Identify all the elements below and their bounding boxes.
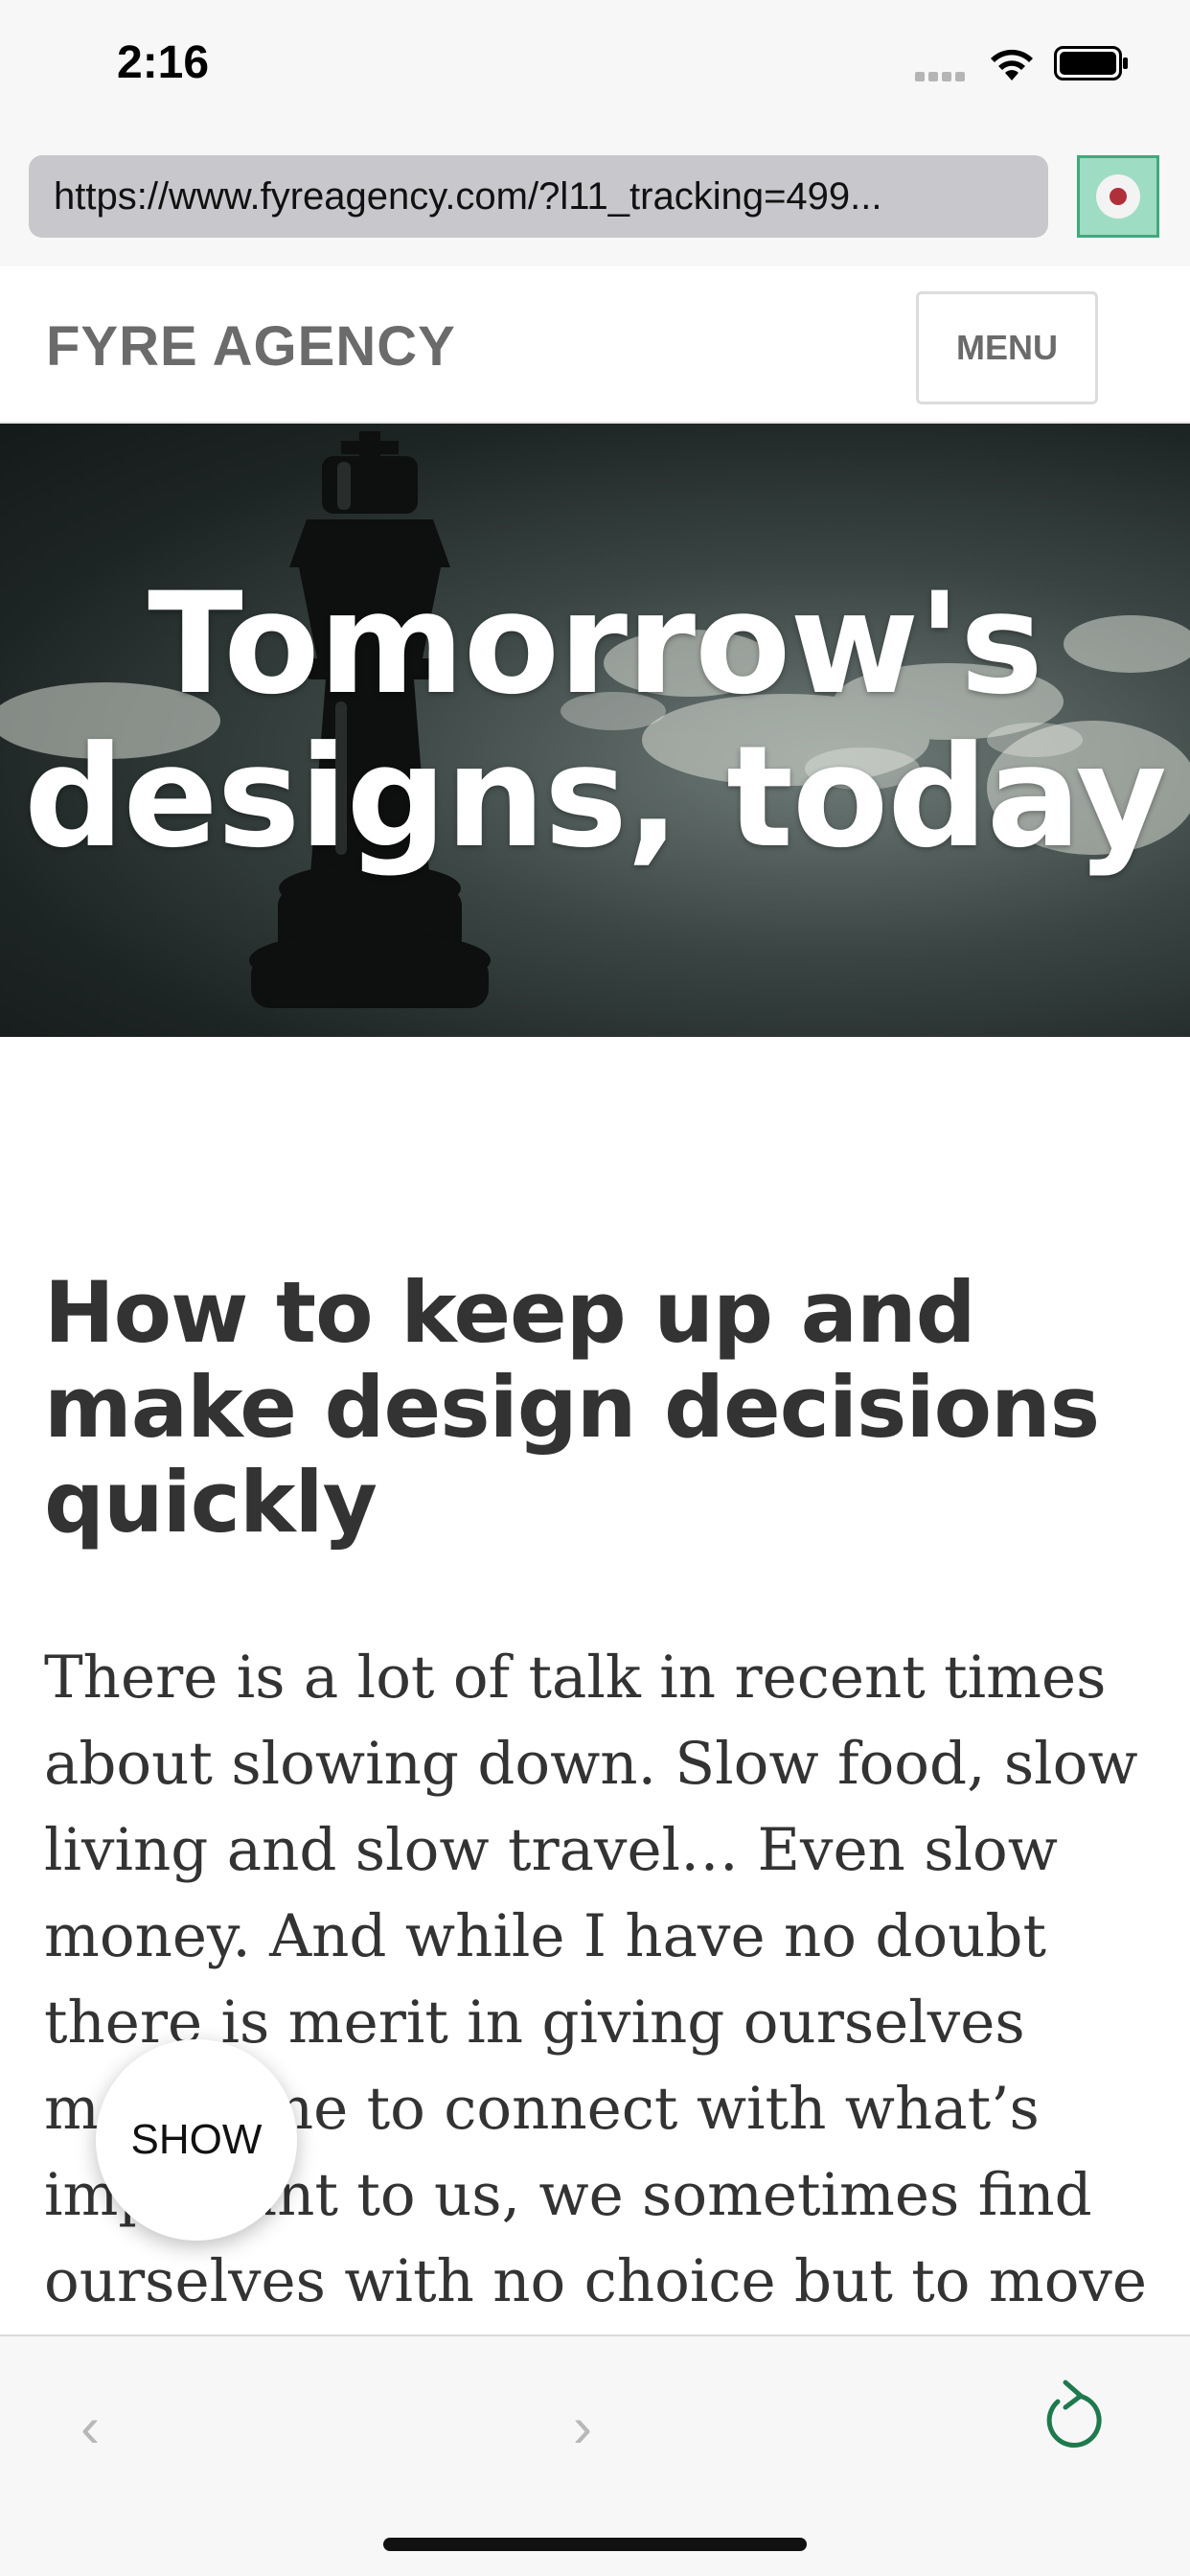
hero-title-line2: designs, today (24, 716, 1167, 879)
chevron-left-icon[interactable]: ‹ (80, 2394, 100, 2460)
site-header: FYRE AGENCY MENU (0, 266, 1190, 424)
chevron-right-icon[interactable]: › (573, 2394, 592, 2460)
status-time: 2:16 (117, 37, 210, 88)
hero-title-line1: Tomorrow's (148, 563, 1043, 725)
hero-banner: Tomorrow's designs, today (0, 424, 1190, 1037)
show-button[interactable]: SHOW (96, 2039, 297, 2241)
home-indicator (383, 2538, 807, 2551)
status-bar: 2:16 (0, 0, 1190, 144)
battery-icon (1054, 46, 1128, 80)
article-title: How to keep up and make design decisions… (44, 1263, 1100, 1552)
record-button[interactable] (1077, 155, 1159, 238)
cellular-signal-icon (915, 69, 971, 81)
menu-button[interactable]: MENU (916, 291, 1098, 404)
reload-icon[interactable] (1041, 2375, 1104, 2451)
record-icon (1096, 174, 1140, 218)
wifi-icon (991, 49, 1033, 80)
site-title[interactable]: FYRE AGENCY (46, 314, 456, 379)
hero-title: Tomorrow's designs, today (0, 567, 1190, 874)
browser-toolbar: ‹ › (0, 2334, 1190, 2576)
url-field[interactable]: https://www.fyreagency.com/?l11_tracking… (29, 155, 1048, 238)
browser-address-area: https://www.fyreagency.com/?l11_tracking… (0, 144, 1190, 266)
article-body: There is a lot of talk in recent times a… (44, 1644, 1147, 2402)
